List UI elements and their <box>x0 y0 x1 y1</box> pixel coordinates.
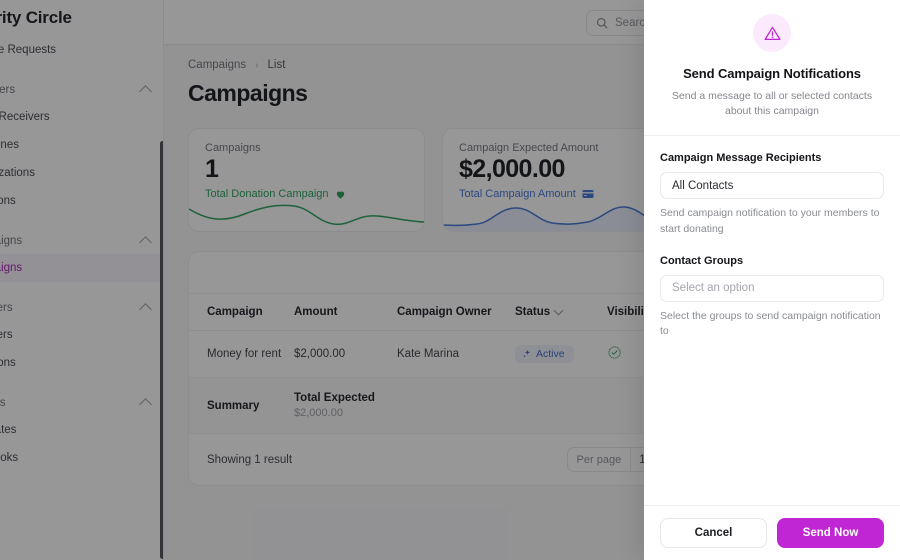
contact-groups-select[interactable]: Select an option <box>660 274 884 302</box>
field-help-text: Select the groups to send campaign notif… <box>660 309 881 338</box>
panel-title: Send Campaign Notifications <box>683 66 861 81</box>
field-campaign-message-recipients: Campaign Message Recipients All Contacts… <box>660 152 884 236</box>
recipients-value: All Contacts <box>672 179 734 192</box>
cancel-button[interactable]: Cancel <box>660 518 767 548</box>
contact-groups-placeholder: Select an option <box>672 282 755 295</box>
panel-body: Campaign Message Recipients All Contacts… <box>644 136 900 505</box>
field-label: Campaign Message Recipients <box>660 152 822 165</box>
screen: Charity Circle Change Requests Receivers… <box>0 0 900 560</box>
send-campaign-notifications-panel: Send Campaign Notifications Send a messa… <box>644 0 900 560</box>
field-help-text: Send campaign notification to your membe… <box>660 207 880 235</box>
panel-description: Send a message to all or selected contac… <box>671 90 873 118</box>
panel-header: Send Campaign Notifications Send a messa… <box>644 0 900 137</box>
panel-footer: Cancel Send Now <box>644 505 900 560</box>
modal-overlay[interactable] <box>0 0 644 560</box>
warning-triangle-icon <box>764 26 780 40</box>
send-now-button[interactable]: Send Now <box>777 518 884 548</box>
field-label: Contact Groups <box>660 254 744 267</box>
recipients-select[interactable]: All Contacts <box>660 172 884 200</box>
field-contact-groups: Contact Groups Select an option Select t… <box>660 255 884 339</box>
warning-icon-badge <box>753 14 791 52</box>
